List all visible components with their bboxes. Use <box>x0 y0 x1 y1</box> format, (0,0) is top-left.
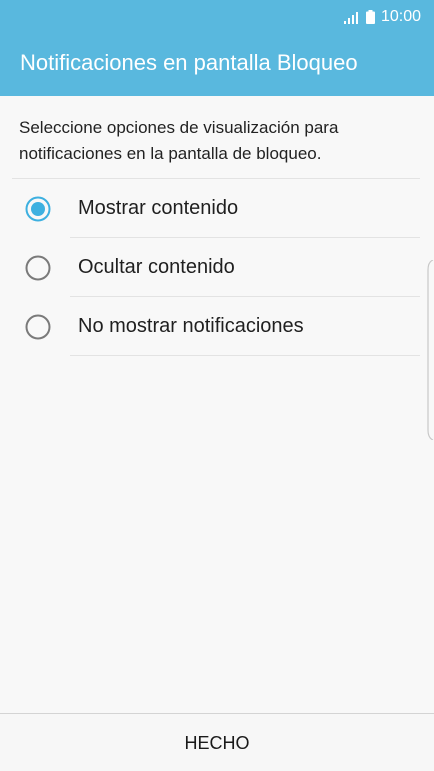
battery-icon <box>365 10 375 24</box>
option-label: No mostrar notificaciones <box>78 315 304 337</box>
radio-selected-icon[interactable] <box>25 196 51 222</box>
radio-unselected-icon[interactable] <box>25 314 51 340</box>
bottom-bar: HECHO <box>0 713 434 771</box>
option-mostrar-contenido[interactable]: Mostrar contenido <box>0 179 420 238</box>
status-indicators: 10:00 <box>343 7 421 27</box>
page-title: Notificaciones en pantalla Bloqueo <box>20 50 358 75</box>
screen: 10:00 Notificaciones en pantalla Bloqueo… <box>0 0 434 771</box>
option-label: Mostrar contenido <box>78 197 239 219</box>
main-content: Seleccione opciones de visualización par… <box>0 96 434 713</box>
status-bar: 10:00 <box>0 0 434 34</box>
option-label: Ocultar contenido <box>78 256 235 278</box>
description-text: Seleccione opciones de visualización par… <box>19 118 339 163</box>
status-time: 10:00 <box>380 8 421 25</box>
app-bar: Notificaciones en pantalla Bloqueo <box>0 34 434 96</box>
option-ocultar-contenido[interactable]: Ocultar contenido <box>0 238 420 297</box>
signal-icon <box>343 12 358 24</box>
radio-unselected-icon[interactable] <box>25 255 51 281</box>
edge-panel-handle[interactable] <box>426 260 434 440</box>
done-button[interactable]: HECHO <box>0 714 434 771</box>
option-no-mostrar-notificaciones[interactable]: No mostrar notificaciones <box>0 297 420 356</box>
divider <box>70 355 420 356</box>
